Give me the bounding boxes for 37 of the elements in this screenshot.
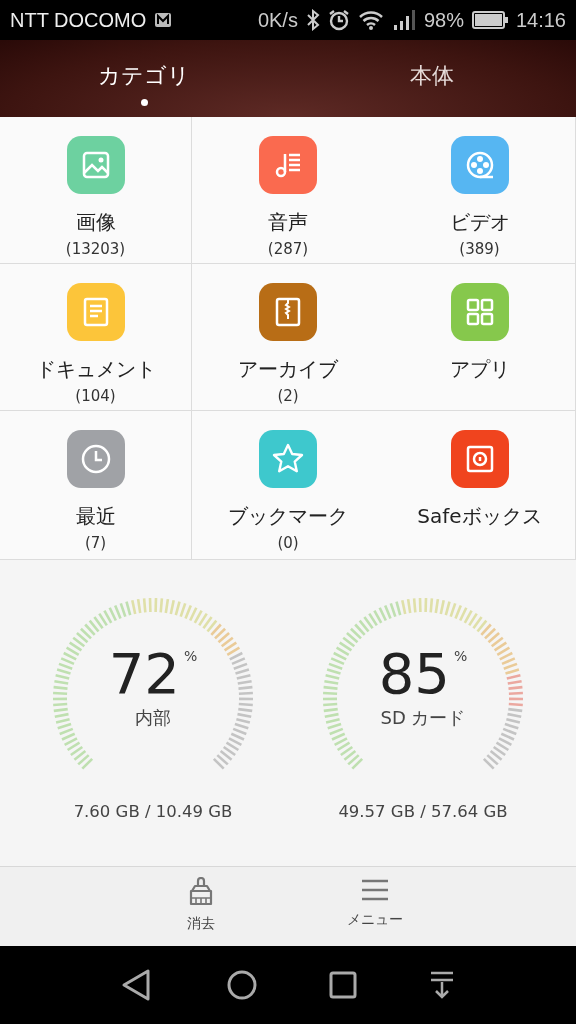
percent-sign: % <box>183 648 198 664</box>
percent-sign: % <box>453 648 468 664</box>
category-tile[interactable]: 最近 (7) <box>0 411 192 559</box>
category-tile[interactable]: アプリ <box>384 264 576 411</box>
wifi-icon <box>357 10 384 30</box>
network-speed: 0K/s <box>257 8 298 32</box>
home-icon[interactable] <box>226 969 258 1001</box>
category-tile[interactable]: Safeボックス <box>384 411 576 559</box>
category-tile[interactable]: アーカイブ (2) <box>192 264 384 411</box>
clock-time: 14:16 <box>515 8 566 32</box>
storage-name: SD カード <box>380 706 466 730</box>
clean-button[interactable]: 消去 <box>161 877 241 946</box>
bluetooth-icon <box>305 9 320 31</box>
mail-icon <box>154 12 173 28</box>
recents-icon[interactable] <box>328 970 358 1000</box>
storage-usage: 7.60 GB / 10.49 GB <box>73 802 233 821</box>
menu-button[interactable]: メニュー <box>335 877 415 946</box>
battery-icon <box>471 11 508 29</box>
category-tile[interactable]: ドキュメント (104) <box>0 264 192 411</box>
notification-pull-icon[interactable] <box>428 970 456 1000</box>
category-tile[interactable]: 画像 (13203) <box>0 117 192 264</box>
usage-percent: 85 <box>378 642 450 706</box>
storage-name: 内部 <box>135 706 171 730</box>
brush-icon <box>187 877 215 907</box>
category-tile[interactable]: ブックマーク (0) <box>192 411 384 559</box>
battery-percent: 98% <box>423 8 464 32</box>
alarm-icon <box>327 9 350 31</box>
tab[interactable]: カテゴリ <box>0 40 288 117</box>
carrier-name: NTT DOCOMO <box>10 8 147 32</box>
menu-icon <box>360 877 390 903</box>
signal-icon <box>391 9 416 31</box>
tab[interactable]: 本体 <box>288 40 576 117</box>
storage-usage: 49.57 GB / 57.64 GB <box>338 802 508 821</box>
category-tile[interactable]: ビデオ (389) <box>384 117 576 264</box>
category-tile[interactable]: 音声 (287) <box>192 117 384 264</box>
usage-percent: 72 <box>108 642 180 706</box>
gauge-track <box>482 707 523 770</box>
